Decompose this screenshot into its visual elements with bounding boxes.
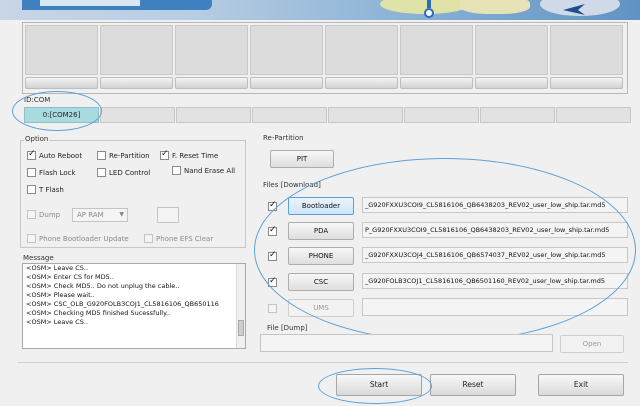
port-progress-bar [100,77,173,89]
port-status-cell [100,25,173,75]
port-status-cell [175,25,248,75]
csc-checkbox[interactable] [268,276,277,287]
com-port-cell [328,107,403,123]
port-status-cell [400,25,473,75]
start-button[interactable]: Start [336,374,422,396]
dump-value-box[interactable] [157,207,179,223]
dump-type-select[interactable]: AP RAM ▼ [72,208,128,222]
phone-efs-clear-checkbox[interactable]: Phone EFS Clear [144,234,213,243]
header-banner [0,0,640,20]
phone-bootloader-update-checkbox[interactable]: Phone Bootloader Update [27,234,129,243]
port-status-panel [22,22,628,94]
com-port-cell [480,107,555,123]
csc-button[interactable]: CSC [288,273,354,291]
port-status-cell [25,25,98,75]
message-line: <OSM> Checking MD5 finished Sucessfully.… [26,309,171,317]
message-line: <OSM> Check MD5.. Do not unplug the cabl… [26,282,180,290]
csc-path-field[interactable]: _G920FOLB3COJ1_CL5816106_QB6501160_REV02… [362,273,628,289]
pda-path-field[interactable]: P_G920FXXU3COI9_CL5816106_QB6438203_REV0… [362,222,628,238]
flash-lock-checkbox[interactable]: Flash Lock [27,168,76,177]
com-port-cell [556,107,631,123]
bootloader-path-field[interactable]: _G920FXXU3COI9_CL5816106_QB6438203_REV02… [362,197,628,213]
com-port-cell [100,107,175,123]
ums-checkbox[interactable] [268,304,277,313]
ums-path-field[interactable] [362,298,628,316]
nand-erase-all-checkbox[interactable]: Nand Erase All [172,166,235,175]
com-port-cell [404,107,479,123]
message-scrollbar[interactable] [236,264,245,348]
bootloader-button[interactable]: Bootloader [288,197,354,215]
message-log[interactable]: <OSM> Leave CS.. <OSM> Enter CS for MD5.… [22,263,246,349]
port-progress-bar [175,77,248,89]
message-line: <OSM> Leave CS.. [26,264,89,272]
message-line: <OSM> Enter CS for MD5.. [26,273,114,281]
repartition-title: Re-Partition [262,134,305,142]
message-line: <OSM> Please wait.. [26,291,95,299]
message-line: <OSM> Leave CS.. [26,318,89,326]
option-title: Option [24,135,50,143]
t-flash-checkbox[interactable]: T Flash [27,185,64,194]
message-title: Message [22,254,55,262]
auto-reboot-checkbox[interactable]: Auto Reboot [27,149,82,160]
port-status-cell [475,25,548,75]
port-progress-bar [25,77,98,89]
port-progress-bar [475,77,548,89]
com-port-cell [176,107,251,123]
port-status-cell [550,25,623,75]
phone-checkbox[interactable] [268,250,277,261]
exit-button[interactable]: Exit [538,374,624,396]
com-port-active: 0:[COM26] [24,107,99,123]
port-status-cell [325,25,398,75]
airplane-icon [563,4,585,15]
message-line: <OSM> CSC_OLB_G920FOLB3COJ1_CL5816106_QB… [26,300,219,308]
files-title: Files [Download] [262,181,322,189]
pda-checkbox[interactable] [268,225,277,236]
file-dump-path-field[interactable] [260,334,553,352]
file-dump-title: File [Dump] [266,324,309,332]
com-port-row: 0:[COM26] [24,107,631,125]
f-reset-time-checkbox[interactable]: F. Reset Time [160,149,218,160]
port-status-cell [250,25,323,75]
reset-button[interactable]: Reset [430,374,516,396]
pit-button[interactable]: PIT [270,150,334,168]
com-port-cell [252,107,327,123]
port-progress-bar [400,77,473,89]
bootloader-checkbox[interactable] [268,200,277,211]
dump-checkbox[interactable]: Dump [27,210,60,219]
idcom-label: ID:COM [24,96,51,104]
open-button[interactable]: Open [560,335,624,353]
port-progress-bar [550,77,623,89]
re-partition-checkbox[interactable]: Re-Partition [97,151,150,160]
port-progress-bar [325,77,398,89]
led-control-checkbox[interactable]: LED Control [97,168,150,177]
phone-path-field[interactable]: _G920FXXU3COJ4_CL5816106_QB6574037_REV02… [362,247,628,263]
location-pin-icon [427,0,431,8]
pda-button[interactable]: PDA [288,222,354,240]
action-bar [18,362,628,402]
phone-button[interactable]: PHONE [288,247,354,265]
port-progress-bar [250,77,323,89]
ums-button[interactable]: UMS [288,299,354,317]
